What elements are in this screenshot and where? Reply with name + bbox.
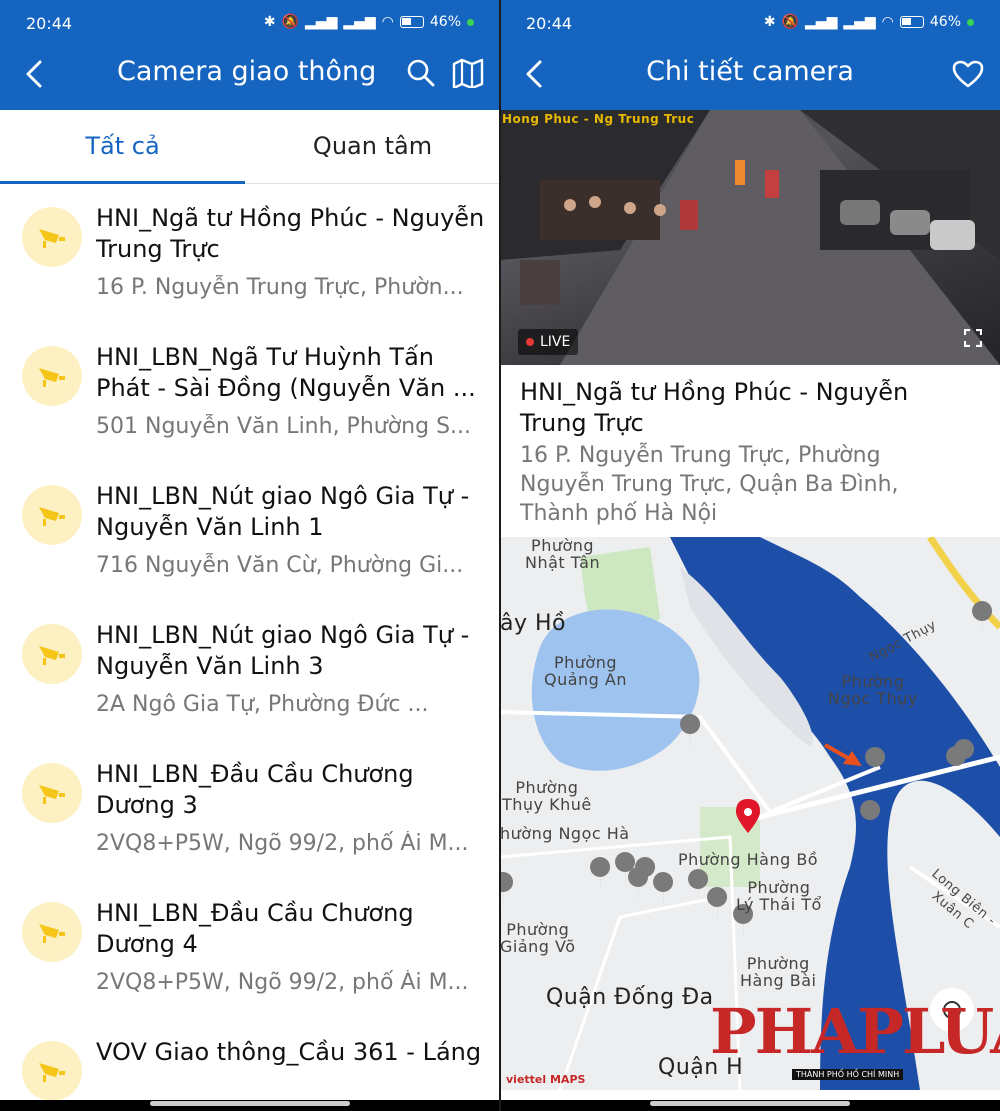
camera-name: HNI_LBN_Đầu Cầu Chương Dương 4: [96, 899, 414, 958]
camera-name: HNI_LBN_Đầu Cầu Chương Dương 3: [96, 760, 414, 819]
tab-bar: Tất cả Quan tâm: [0, 110, 500, 184]
camera-address: 716 Nguyễn Văn Cừ, Phường Gi...: [96, 553, 464, 578]
camera-address: 16 P. Nguyễn Trung Trực, Phườn...: [96, 275, 464, 300]
bluetooth-icon: ✱: [763, 14, 776, 30]
camera-icon: [22, 763, 82, 823]
status-time: 20:44: [26, 14, 73, 33]
camera-name: HNI_Ngã tư Hồng Phúc - Nguyễn Trung Trực: [96, 204, 485, 263]
list-item[interactable]: HNI_LBN_Nút giao Ngô Gia Tự - Nguyễn Văn…: [0, 602, 500, 741]
street-scene: [500, 110, 1000, 365]
battery-icon: [899, 16, 924, 28]
list-item[interactable]: HNI_Ngã tư Hồng Phúc - Nguyễn Trung Trực…: [0, 185, 500, 324]
map-attribution: viettel MAPS: [506, 1073, 586, 1086]
mute-icon: 🔕: [281, 14, 300, 30]
map-label-giang-vo: Phường Giảng Võ: [500, 920, 576, 956]
camera-overlay-label: Hong Phuc - Ng Trung Truc: [502, 112, 695, 126]
map-label-thuy-khue: Phường Thụy Khuê: [502, 778, 592, 814]
camera-info: HNI_Ngã tư Hồng Phúc - Nguyễn Trung Trực…: [500, 365, 1000, 537]
battery-percent: 46%: [929, 14, 961, 30]
map-label-nhat-tan: Phường Nhật Tân: [525, 537, 601, 572]
camera-address: 2A Ngô Gia Tự, Phường Đức ...: [96, 692, 429, 717]
back-icon[interactable]: [18, 56, 54, 92]
charging-dot: [467, 18, 474, 26]
map-label-quang-an: Phường Quảng An: [544, 653, 628, 689]
map-label-ly-thai-to: Phường Lý Thái Tổ: [736, 878, 822, 914]
bluetooth-icon: ✱: [263, 14, 276, 30]
list-item[interactable]: HNI_LBN_Ngã Tư Huỳnh Tấn Phát - Sài Đồng…: [0, 324, 500, 463]
watermark-subtitle: THÀNH PHỐ HỒ CHÍ MINH: [792, 1069, 904, 1080]
list-item[interactable]: HNI_LBN_Đầu Cầu Chương Dương 3 2VQ8+P5W,…: [0, 741, 500, 880]
map-label-tay-ho: ây Hồ: [500, 611, 566, 636]
battery-percent: 46%: [429, 14, 461, 30]
tab-favorites[interactable]: Quan tâm: [250, 110, 495, 184]
camera-icon: [22, 485, 82, 545]
map-label-ngoc-ha: hường Ngọc Hà: [500, 824, 630, 843]
heart-icon[interactable]: [952, 60, 984, 88]
map-label-hang-bai: Phường Hàng Bài: [740, 954, 817, 990]
live-badge: LIVE: [518, 329, 579, 355]
status-icons: ✱ 🔕 ▂▄▆ ▂▄▆ ◠ 46%: [264, 14, 474, 30]
battery-icon: [399, 16, 424, 28]
map-icon[interactable]: [452, 58, 484, 88]
camera-icon: [22, 902, 82, 962]
map-label-dong-da: Quận Đống Đa: [546, 985, 714, 1010]
status-icons: ✱ 🔕 ▂▄▆ ▂▄▆ ◠ 46%: [764, 14, 974, 30]
home-handle[interactable]: [150, 1101, 350, 1106]
camera-video-feed[interactable]: Hong Phuc - Ng Trung Truc LIVE: [500, 110, 1000, 365]
status-time: 20:44: [526, 14, 573, 33]
fullscreen-icon[interactable]: [964, 329, 982, 347]
camera-icon: [22, 346, 82, 406]
camera-address: 2VQ8+P5W, Ngõ 99/2, phố Ái M...: [96, 970, 469, 995]
signal-icon: ▂▄▆: [305, 14, 338, 30]
tab-all[interactable]: Tất cả: [0, 110, 245, 184]
page-title: Chi tiết camera: [646, 56, 854, 87]
app-bar: 20:44 ✱ 🔕 ▂▄▆ ▂▄▆ ◠ 46% Chi tiết camera: [500, 0, 1000, 110]
camera-list: HNI_Ngã tư Hồng Phúc - Nguyễn Trung Trực…: [0, 185, 500, 1100]
camera-list-screen: 20:44 ✱ 🔕 ▂▄▆ ▂▄▆ ◠ 46% Camera giao thôn…: [0, 0, 500, 1100]
camera-address: 16 P. Nguyễn Trung Trực, Phường Nguyễn T…: [520, 443, 899, 526]
camera-detail-screen: 20:44 ✱ 🔕 ▂▄▆ ▂▄▆ ◠ 46% Chi tiết camera: [500, 0, 1000, 1100]
page-title: Camera giao thông: [117, 56, 377, 87]
map-label-hang-bo: Phường Hàng Bồ: [678, 850, 819, 869]
camera-name: HNI_LBN_Ngã Tư Huỳnh Tấn Phát - Sài Đồng…: [96, 343, 476, 402]
map-view[interactable]: Phường Nhật Tân ây Hồ Phường Quảng An Ngọc…: [500, 537, 1000, 1090]
map-label-ngoc-thuy: Phường Ngọc Thụy: [828, 672, 918, 708]
status-bar: 20:44 ✱ 🔕 ▂▄▆ ▂▄▆ ◠ 46%: [0, 10, 500, 38]
mute-icon: 🔕: [781, 14, 800, 30]
list-item[interactable]: HNI_LBN_Nút giao Ngô Gia Tự - Nguyễn Văn…: [0, 463, 500, 602]
title-bar: Chi tiết camera: [500, 52, 1000, 98]
camera-icon: [22, 624, 82, 684]
camera-icon: [22, 1041, 82, 1100]
signal-icon-2: ▂▄▆: [843, 14, 876, 30]
signal-icon: ▂▄▆: [805, 14, 838, 30]
app-bar: 20:44 ✱ 🔕 ▂▄▆ ▂▄▆ ◠ 46% Camera giao thôn…: [0, 0, 500, 110]
search-icon[interactable]: [406, 58, 436, 88]
camera-address: 2VQ8+P5W, Ngõ 99/2, phố Ái M...: [96, 831, 469, 856]
camera-name: VOV Giao thông_Cầu 361 - Láng: [96, 1038, 482, 1066]
list-item[interactable]: VOV Giao thông_Cầu 361 - Láng: [0, 1019, 500, 1100]
title-bar: Camera giao thông: [0, 52, 500, 98]
home-handle[interactable]: [650, 1101, 850, 1106]
camera-name: HNI_LBN_Nút giao Ngô Gia Tự - Nguyễn Văn…: [96, 621, 470, 680]
camera-name: HNI_Ngã tư Hồng Phúc - Nguyễn Trung Trực: [520, 378, 909, 437]
camera-icon: [22, 207, 82, 267]
signal-icon-2: ▂▄▆: [343, 14, 376, 30]
status-bar: 20:44 ✱ 🔕 ▂▄▆ ▂▄▆ ◠ 46%: [500, 10, 1000, 38]
charging-dot: [967, 18, 974, 26]
screen-divider: [499, 0, 501, 1111]
camera-address: 501 Nguyễn Văn Linh, Phường S...: [96, 414, 472, 439]
list-item[interactable]: HNI_LBN_Đầu Cầu Chương Dương 4 2VQ8+P5W,…: [0, 880, 500, 1019]
watermark-logo: PHAPLUAT: [710, 995, 1000, 1068]
camera-name: HNI_LBN_Nút giao Ngô Gia Tự - Nguyễn Văn…: [96, 482, 470, 541]
wifi-icon: ◠: [381, 14, 394, 30]
wifi-icon: ◠: [881, 14, 894, 30]
